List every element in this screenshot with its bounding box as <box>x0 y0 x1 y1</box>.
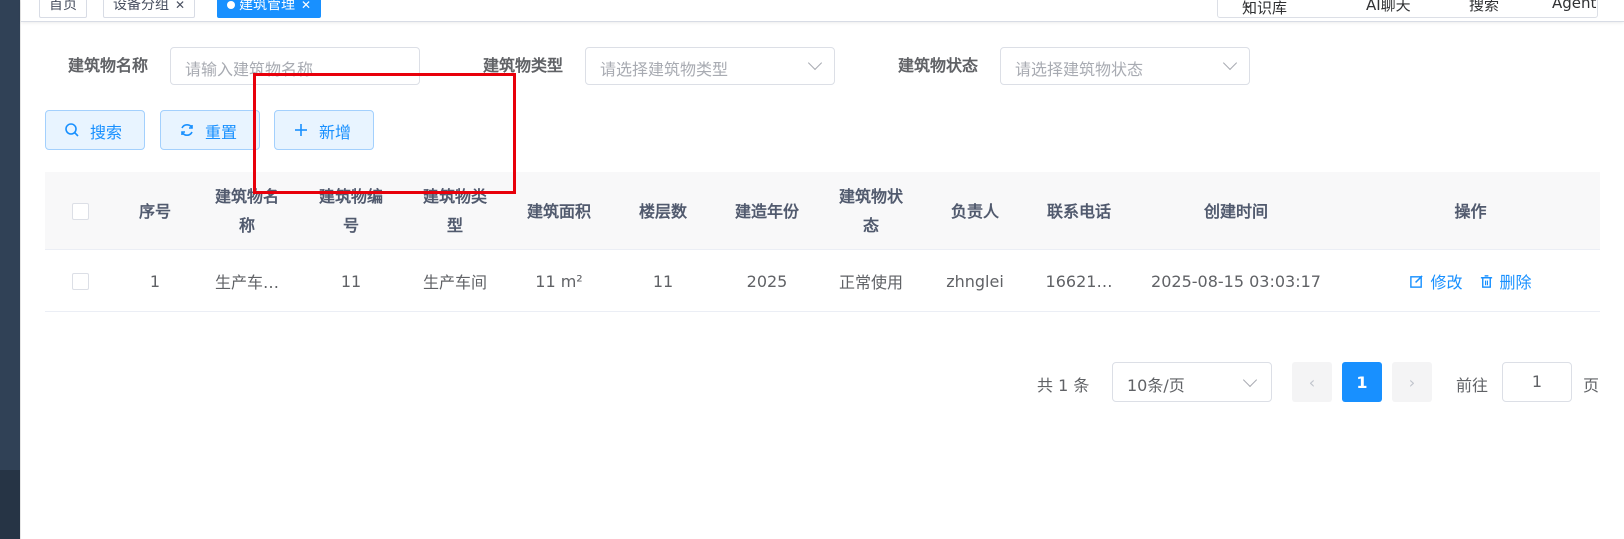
edit-label: 修改 <box>1430 273 1463 292</box>
search-button[interactable]: 搜索 <box>45 110 145 150</box>
header-area: 建筑面积 <box>526 201 591 221</box>
building-name-label: 建筑物名称 <box>68 56 149 75</box>
sidebar-divider <box>20 0 21 539</box>
cell-name: 生产车… <box>214 273 279 292</box>
active-dot-icon <box>227 1 235 9</box>
reset-button[interactable]: 重置 <box>160 110 260 150</box>
header-owner: 负责人 <box>950 201 999 221</box>
top-nav: 知识库 ⌄ AI聊天 搜索 Agent <box>1217 0 1598 18</box>
header-year: 建造年份 <box>734 201 799 221</box>
cell-phone: 16621… <box>1045 271 1113 291</box>
tag-label: 设备分组 <box>113 0 169 13</box>
chevron-down-icon <box>1222 55 1238 71</box>
sidebar-footer <box>0 470 20 539</box>
cell-code: 11 <box>340 271 362 291</box>
chevron-down-icon <box>807 55 823 71</box>
cell-floors: 11 <box>652 271 674 291</box>
tags-view: 首页 设备分组 ✕ 建筑管理 ✕ 知识库 ⌄ AI聊天 搜索 Agent <box>21 0 1624 22</box>
edit-icon <box>1410 274 1424 288</box>
nav-agent[interactable]: Agent <box>1552 0 1596 12</box>
search-icon <box>65 123 79 137</box>
cell-area: 11 m² <box>535 271 583 291</box>
close-icon[interactable]: ✕ <box>301 0 311 12</box>
header-floors: 楼层数 <box>638 201 687 221</box>
table-row: 1 生产车… 11 生产车间 11 m² 11 2025 正常使用 zhngle… <box>45 250 1600 312</box>
search-button-label: 搜索 <box>90 123 123 142</box>
cell-index: 1 <box>149 271 161 291</box>
tag-label: 首页 <box>49 0 77 13</box>
page-1-button[interactable]: 1 <box>1342 362 1382 402</box>
cell-owner: zhnglei <box>946 271 1004 291</box>
goto-page-input[interactable]: 1 <box>1502 362 1572 402</box>
placeholder: 请选择建筑物类型 <box>600 60 729 79</box>
pagination-total: 共 1 条 <box>1037 376 1090 395</box>
cell-type: 生产车间 <box>422 273 487 292</box>
header-phone: 联系电话 <box>1046 201 1111 221</box>
next-page-button[interactable]: › <box>1392 362 1432 402</box>
prev-page-button[interactable]: ‹ <box>1292 362 1332 402</box>
header-index: 序号 <box>138 201 171 221</box>
reset-button-label: 重置 <box>205 123 238 142</box>
page-size-value: 10条/页 <box>1127 376 1185 395</box>
tag-label: 建筑管理 <box>239 0 295 13</box>
refresh-icon <box>181 124 193 136</box>
tag-building-management[interactable]: 建筑管理 ✕ <box>217 0 322 18</box>
select-all-checkbox[interactable] <box>71 202 89 220</box>
header-status: 建筑物状态 <box>838 187 903 235</box>
placeholder: 请选择建筑物状态 <box>1015 60 1144 79</box>
tag-home[interactable]: 首页 <box>39 0 87 18</box>
chevron-down-icon <box>1242 372 1258 388</box>
cell-year: 2025 <box>746 271 788 291</box>
highlight-box <box>253 73 516 194</box>
header-created: 创建时间 <box>1203 201 1268 221</box>
row-select-cell <box>45 250 115 312</box>
edit-link[interactable]: 修改 <box>1409 269 1463 293</box>
cell-actions: 修改 删除 <box>1341 250 1600 312</box>
sidebar <box>0 0 20 539</box>
delete-label: 删除 <box>1499 273 1532 292</box>
trash-icon <box>1480 274 1492 288</box>
select-all-cell <box>45 172 115 250</box>
delete-link[interactable]: 删除 <box>1479 269 1532 293</box>
building-type-select[interactable]: 请选择建筑物类型 <box>585 47 835 85</box>
header-actions: 操作 <box>1454 201 1487 221</box>
building-status-select[interactable]: 请选择建筑物状态 <box>1000 47 1250 85</box>
page-size-select[interactable]: 10条/页 <box>1112 362 1272 402</box>
nav-search[interactable]: 搜索 <box>1469 0 1499 15</box>
cell-created: 2025-08-15 03:03:17 <box>1151 271 1321 291</box>
page-unit-label: 页 <box>1583 376 1600 395</box>
cell-status: 正常使用 <box>838 273 903 292</box>
goto-label: 前往 <box>1456 376 1489 395</box>
close-icon[interactable]: ✕ <box>175 0 185 12</box>
building-status-label: 建筑物状态 <box>898 56 979 75</box>
tag-device-group[interactable]: 设备分组 ✕ <box>103 0 196 18</box>
row-checkbox[interactable] <box>71 272 89 290</box>
nav-knowledge[interactable]: 知识库 ⌄ <box>1242 0 1287 17</box>
nav-ai-chat[interactable]: AI聊天 <box>1366 0 1411 15</box>
